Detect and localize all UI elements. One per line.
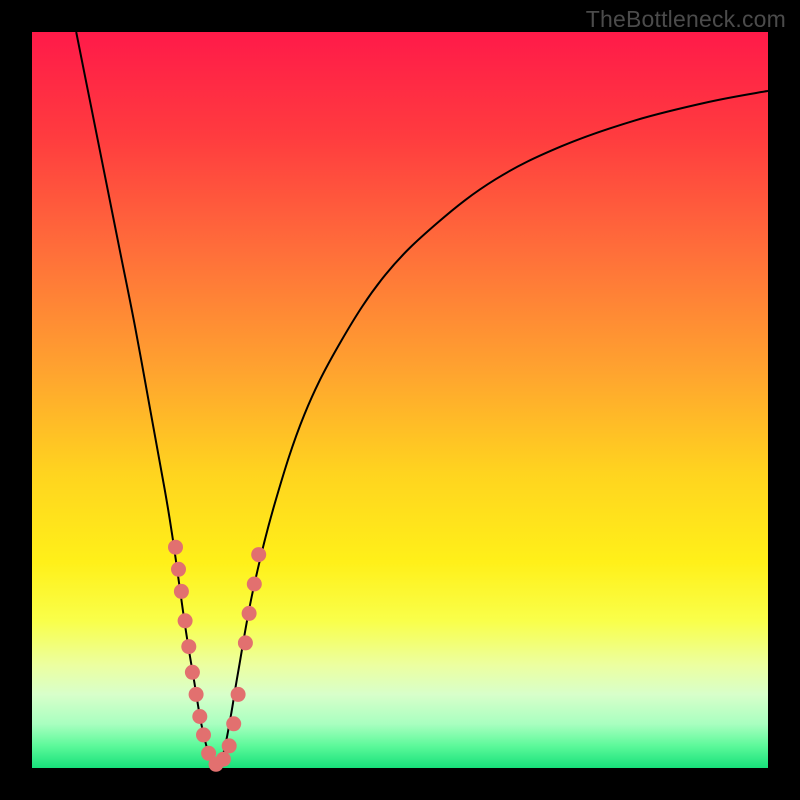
curve-marker xyxy=(181,639,196,654)
watermark-text: TheBottleneck.com xyxy=(586,6,786,33)
curve-marker xyxy=(238,635,253,650)
curve-marker xyxy=(216,752,231,767)
curve-marker xyxy=(185,665,200,680)
curve-marker xyxy=(251,547,266,562)
curve-marker xyxy=(231,687,246,702)
curve-marker xyxy=(171,562,186,577)
curve-marker xyxy=(178,613,193,628)
curve-marker xyxy=(196,727,211,742)
chart-overlay xyxy=(32,32,768,768)
bottleneck-curve xyxy=(76,32,768,768)
curve-marker xyxy=(168,540,183,555)
curve-marker xyxy=(242,606,257,621)
outer-frame: TheBottleneck.com xyxy=(0,0,800,800)
curve-marker xyxy=(247,577,262,592)
curve-marker xyxy=(226,716,241,731)
curve-marker xyxy=(189,687,204,702)
curve-marker xyxy=(222,738,237,753)
curve-marker xyxy=(174,584,189,599)
curve-markers xyxy=(168,540,266,772)
curve-marker xyxy=(192,709,207,724)
